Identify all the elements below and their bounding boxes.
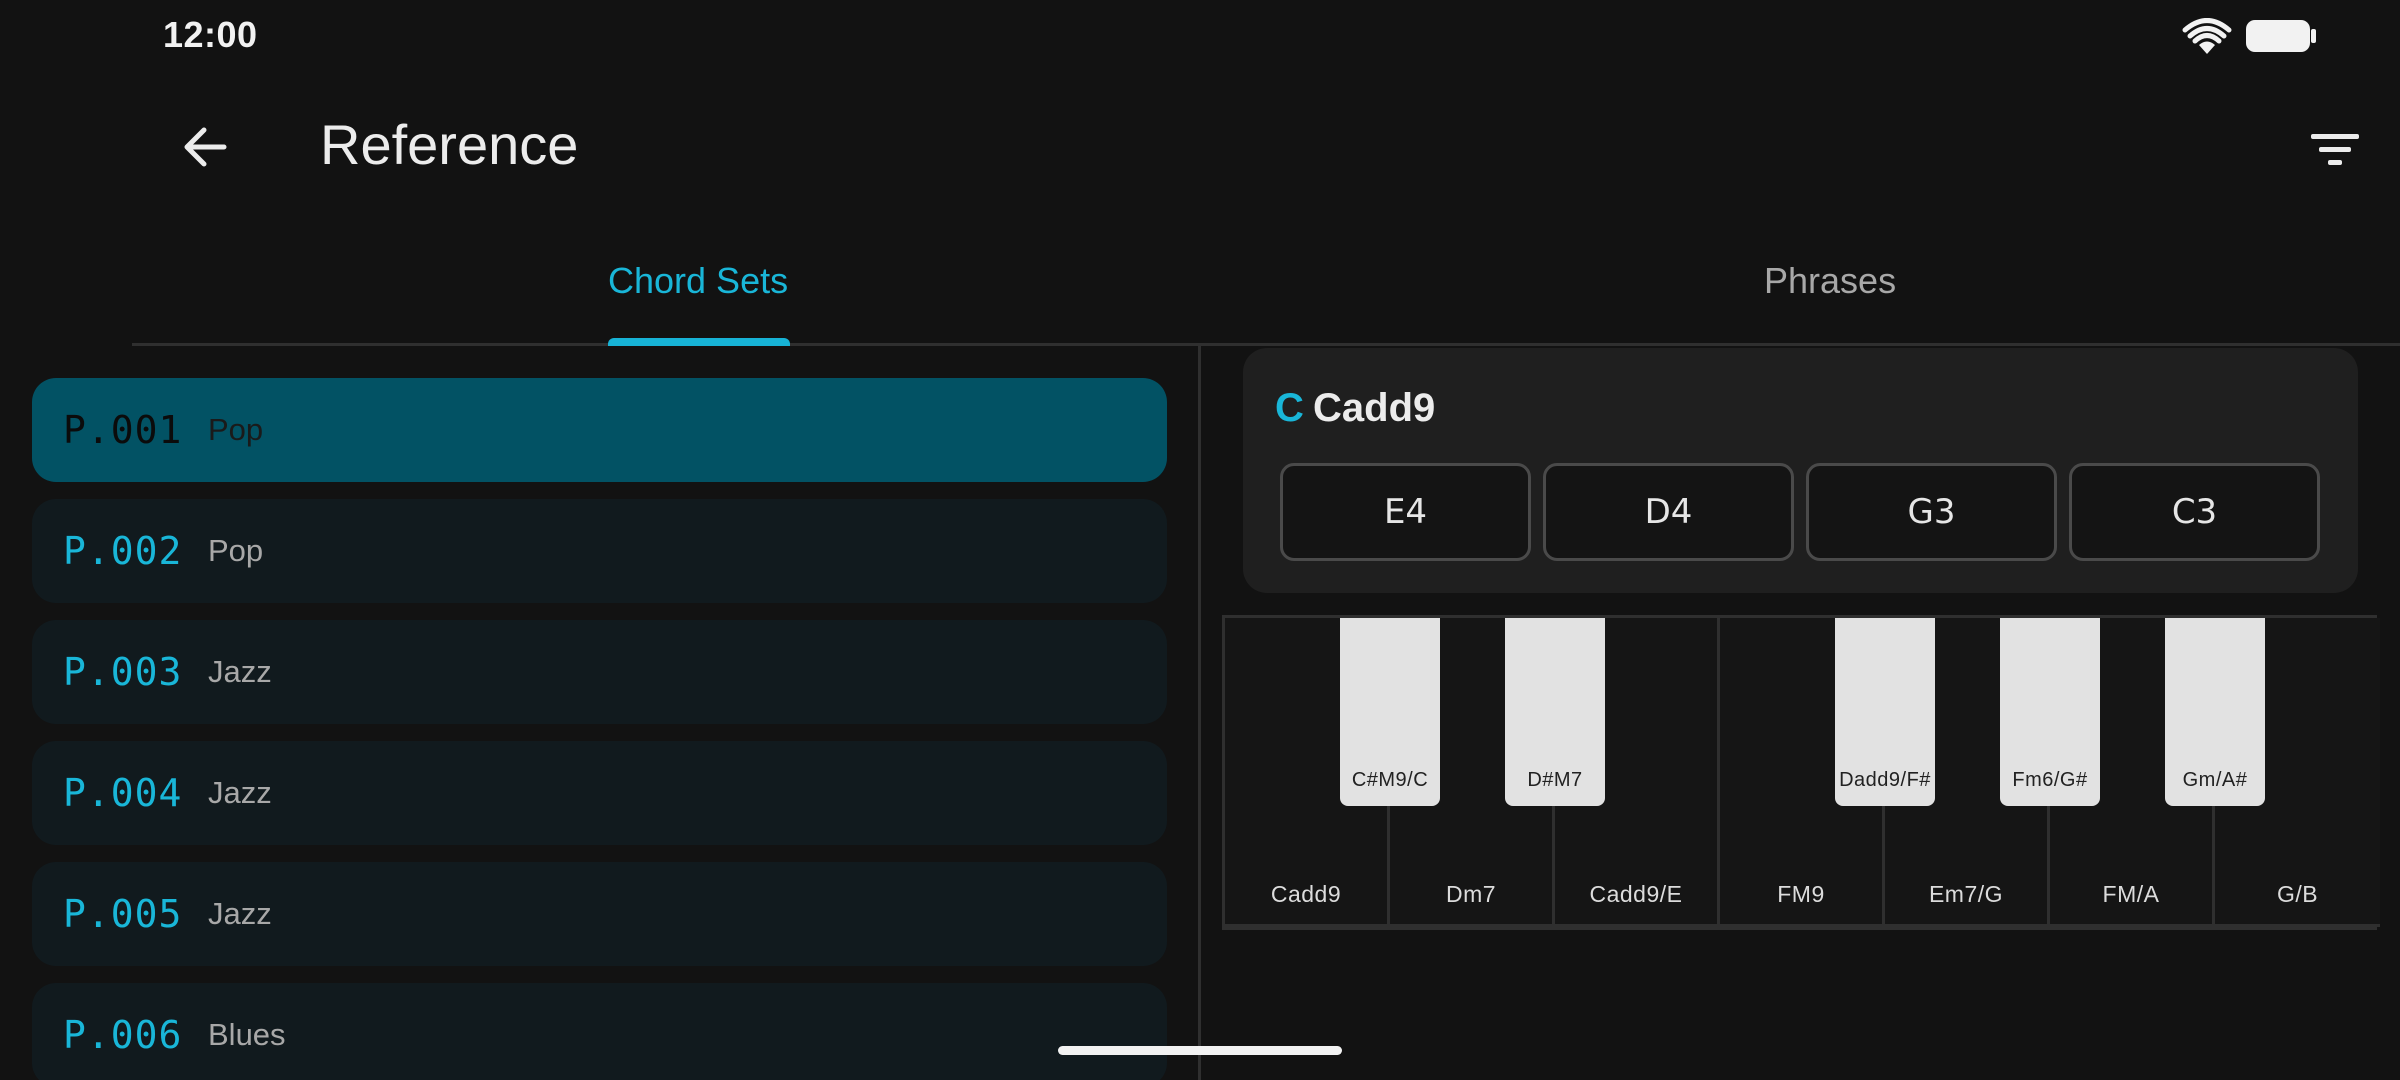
chord-set-list: P.001 Pop P.002 Pop P.003 Jazz P.004 Jaz…	[32, 378, 1167, 1080]
item-code: P.005	[63, 892, 183, 936]
app-root: 12:00 Reference Chord Sets Phrases P.001…	[0, 0, 2400, 1080]
tab-bar: Chord Sets Phrases	[132, 240, 2400, 346]
item-genre: Pop	[208, 412, 264, 447]
item-code: P.006	[63, 1013, 183, 1057]
white-key-label: Dm7	[1445, 881, 1497, 907]
item-code: P.004	[63, 771, 183, 815]
filter-button[interactable]	[2300, 115, 2370, 185]
black-key-label: Fm6/G#	[2012, 769, 2088, 791]
black-key-label: C#M9/C	[1351, 769, 1429, 791]
white-key-label: FM/A	[2102, 881, 2160, 907]
black-key[interactable]: Gm/A#	[2165, 618, 2265, 806]
list-item[interactable]: P.006 Blues	[32, 983, 1167, 1080]
black-key[interactable]: D#M7	[1505, 618, 1605, 806]
note-button[interactable]: C3	[2069, 463, 2320, 561]
item-code: P.001	[63, 408, 183, 452]
active-tab-indicator	[608, 338, 790, 346]
black-key[interactable]: Fm6/G#	[2000, 618, 2100, 806]
arrow-left-icon	[184, 127, 227, 167]
filter-icon	[2311, 134, 2359, 165]
list-item[interactable]: P.002 Pop	[32, 499, 1167, 603]
note-button[interactable]: G3	[1806, 463, 2057, 561]
wifi-icon	[2182, 18, 2232, 56]
note-button[interactable]: E4	[1280, 463, 1531, 561]
black-key-label: D#M7	[1527, 769, 1583, 791]
black-key-label: Dadd9/F#	[1839, 769, 1931, 791]
item-code: P.003	[63, 650, 183, 694]
list-item[interactable]: P.001 Pop	[32, 378, 1167, 482]
list-item[interactable]: P.005 Jazz	[32, 862, 1167, 966]
chord-root: C	[1275, 386, 1304, 430]
item-genre: Jazz	[208, 896, 272, 931]
black-key-label: Gm/A#	[2182, 769, 2248, 791]
list-item[interactable]: P.003 Jazz	[32, 620, 1167, 724]
chord-detail-card: C Cadd9 E4 D4 G3 C3	[1243, 348, 2358, 593]
tab-phrases[interactable]: Phrases	[1764, 260, 1896, 302]
page-title: Reference	[320, 113, 579, 176]
item-code: P.002	[63, 529, 183, 573]
list-item[interactable]: P.004 Jazz	[32, 741, 1167, 845]
battery-icon	[2245, 18, 2317, 54]
item-genre: Jazz	[208, 775, 272, 810]
pane-divider	[1198, 346, 1201, 1080]
black-key[interactable]: Dadd9/F#	[1835, 618, 1935, 806]
white-key-label: G/B	[2276, 881, 2319, 907]
white-key-label: Em7/G	[1928, 881, 2004, 907]
black-key[interactable]: C#M9/C	[1340, 618, 1440, 806]
note-button[interactable]: D4	[1543, 463, 1794, 561]
status-time: 12:00	[163, 14, 258, 55]
item-genre: Pop	[208, 533, 264, 568]
white-key-label: Cadd9	[1270, 881, 1342, 907]
chord-keyboard: Cadd9 Dm7 Cadd9/E FM9 Em7/G FM/A G/B C#M…	[1222, 615, 2380, 930]
home-indicator[interactable]	[1058, 1046, 1342, 1055]
white-key-label: Cadd9/E	[1589, 881, 1683, 907]
chord-name: Cadd9	[1313, 386, 1436, 430]
item-genre: Blues	[208, 1017, 286, 1052]
white-key-label: FM9	[1777, 881, 1825, 907]
item-genre: Jazz	[208, 654, 272, 689]
tab-chord-sets[interactable]: Chord Sets	[608, 260, 788, 302]
back-button[interactable]	[170, 112, 240, 182]
